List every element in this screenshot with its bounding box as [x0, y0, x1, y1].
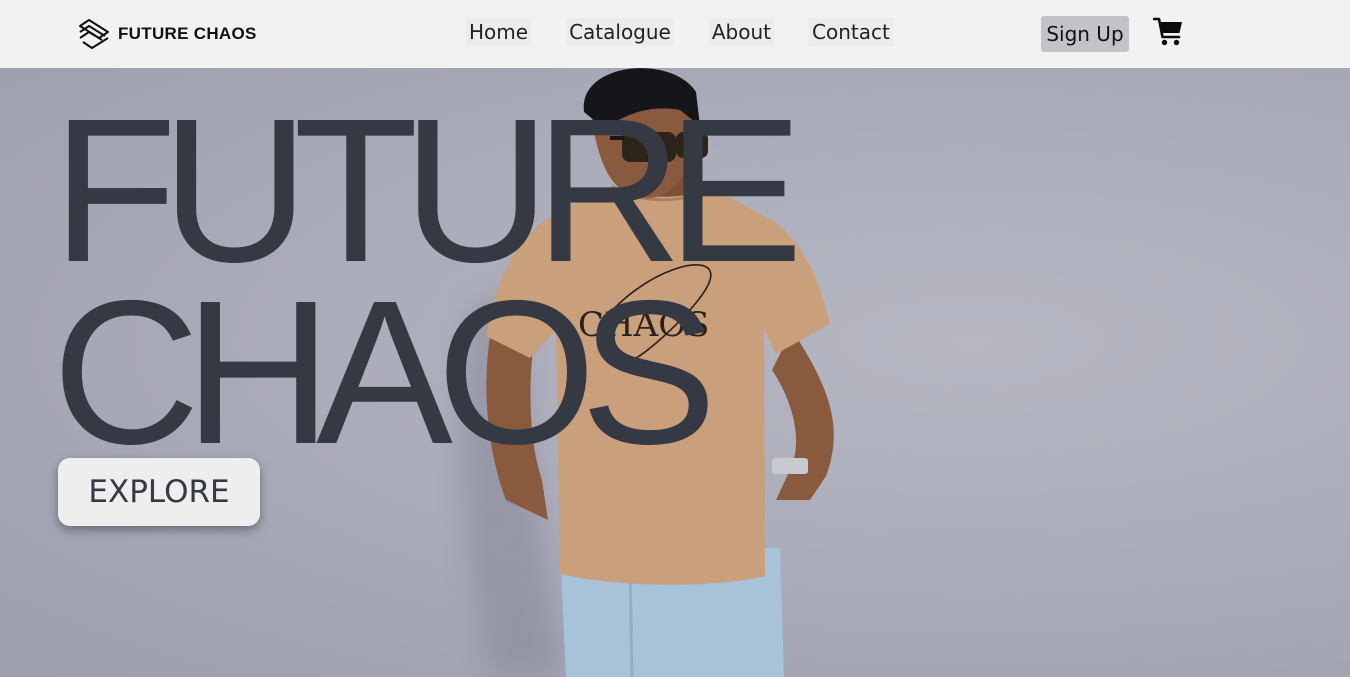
logo-icon	[79, 19, 109, 49]
nav-home[interactable]: Home	[466, 18, 532, 46]
cart-icon[interactable]	[1153, 17, 1183, 47]
main-nav: Home Catalogue About Contact	[466, 18, 928, 46]
nav-catalogue[interactable]: Catalogue	[566, 18, 674, 46]
nav-about[interactable]: About	[708, 18, 774, 46]
brand-name: FUTURE CHAOS	[118, 24, 257, 43]
brand-logo[interactable]: FUTURE CHAOS	[77, 17, 257, 51]
hero-section: CHAOS FUTURE CHAOS EXPLORE	[0, 68, 1350, 677]
navbar: FUTURE CHAOS Home Catalogue About Contac…	[0, 0, 1350, 68]
sign-up-button[interactable]: Sign Up	[1041, 16, 1129, 52]
hero-title-line2: CHAOS	[52, 258, 717, 487]
explore-button[interactable]: EXPLORE	[58, 458, 260, 526]
nav-contact[interactable]: Contact	[809, 18, 893, 46]
